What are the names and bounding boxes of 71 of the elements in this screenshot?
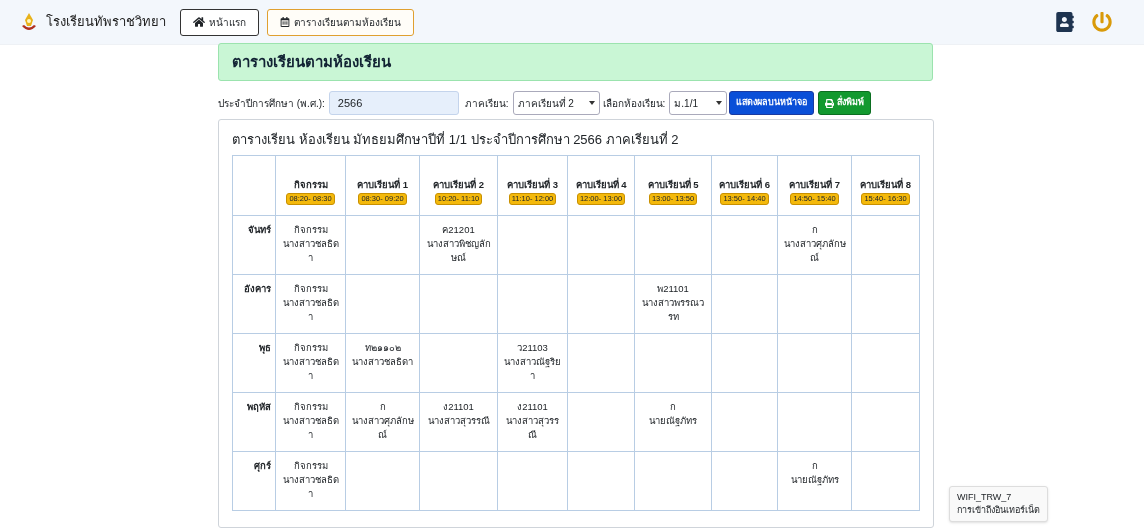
table-cell [851,392,920,451]
schedule-title: ตารางเรียน ห้องเรียน มัทธยมศึกษาปีที่ 1/1 ประจำปีการศึกษา 2566 ภาคเรียนที่ 2 [232,130,680,149]
day-cell: จันทร์ [232,215,276,274]
calendar-icon [280,17,290,27]
school-emblem-icon [20,12,38,32]
class-entry-text: ง21101 [516,399,549,414]
caret-icon [588,101,595,105]
year-field[interactable]: 2566 [328,91,459,115]
room-select[interactable]: ม.1/1 [669,91,728,115]
class-entry-text: พ21101 [656,281,690,296]
day-cell: ศุกร์ [232,451,276,510]
class-entry-text: นางสาวชลธิดา [281,413,340,442]
class-entry-text: นางสาวชลธิดา [281,295,340,324]
year-label: ประจำปีการศึกษา (พ.ศ.): [218,96,325,111]
day-cell: พฤหัส [232,392,276,451]
period-label: กิจกรรม [292,178,329,191]
class-entry-text: นางสาวณัฐริยา [503,354,562,383]
caret-icon [716,101,723,105]
period-label: คาบเรียนที่ 7 [788,178,841,191]
class-entry-text: ท๒๑๑๐๒ [363,340,402,355]
class-entry-text: กิจกรรม [292,340,329,355]
class-entry-text: นางสาวชลธิดา [281,354,340,383]
contact-book-icon[interactable] [1056,12,1074,32]
term-label: ภาคเรียน: [464,96,509,111]
class-entry-text: นางสาวสุวรรณี [426,413,491,428]
nav-link[interactable]: หน้าแรก [180,8,259,36]
class-entry-text: ก [810,222,819,237]
class-entry-text: ว21103 [516,340,549,355]
day-cell: พุธ [232,333,276,392]
class-entry-text: นายณัฐภัทร [789,472,840,487]
class-entry-text: ก [810,458,819,473]
class-entry-text: นางสาวพิชญลักษณ์ [425,236,492,265]
page-title-banner: ตารางเรียนตามห้องเรียน [218,43,933,81]
print-button[interactable]: สั่งพิมพ์ [818,91,872,115]
nav-link[interactable]: ตารางเรียนตามห้องเรียน [267,8,414,36]
period-label: คาบเรียนที่ 3 [506,178,559,191]
show-results-button[interactable]: แสดงผลบนหน้าจอ [729,91,815,115]
class-entry-text: กิจกรรม [292,458,329,473]
class-entry-text: ง21101 [442,399,475,414]
period-label: คาบเรียนที่ 4 [574,178,628,191]
period-label: คาบเรียนที่ 6 [718,178,771,191]
table-cell [711,333,778,392]
period-label: คาบเรียนที่ 8 [859,178,912,191]
class-entry-text: ก [378,399,387,414]
network-name: WIFI_TRW_7 [957,491,1013,504]
table-cell [567,451,635,510]
class-entry-text: นางสาวศุภลักษณ์ [783,236,846,265]
printer-icon [825,98,835,108]
class-entry-text: นางสาวพรรณวรท [641,295,705,324]
period-label: คาบเรียนที่ 5 [646,178,700,191]
class-entry-text: กิจกรรม [292,222,329,237]
table-cell [851,333,920,392]
class-entry-text: นางสาวชลธิดา [281,472,340,501]
class-entry-text: กิจกรรม [292,281,329,296]
room-label: เลือกห้องเรียน: [602,96,666,111]
period-label: คาบเรียนที่ 2 [432,178,485,191]
class-entry-text: นายณัฐภัทร [648,413,698,428]
class-entry-text: นางสาวศุภลักษณ์ [351,413,414,442]
class-entry-text: นางสาวสุวรรณี [505,413,560,442]
class-entry-text: นางสาวชลธิดา [351,354,414,369]
network-status: การเข้าถึงอินเทอร์เน็ต [957,504,1040,517]
term-select[interactable]: ภาคเรียนที่ 2 [512,91,600,115]
home-icon [193,16,205,28]
class-entry-text: นางสาวชลธิดา [281,236,340,265]
class-entry-text: กิจกรรม [292,399,329,414]
school-name[interactable]: โรงเรียนทัพราชวิทยา [46,12,166,32]
class-entry-text: ก [669,399,677,414]
class-entry-text: ค21201 [441,222,476,237]
day-cell: อังคาร [232,274,276,333]
table-cell [851,274,920,333]
period-label: คาบเรียนที่ 1 [356,178,409,191]
